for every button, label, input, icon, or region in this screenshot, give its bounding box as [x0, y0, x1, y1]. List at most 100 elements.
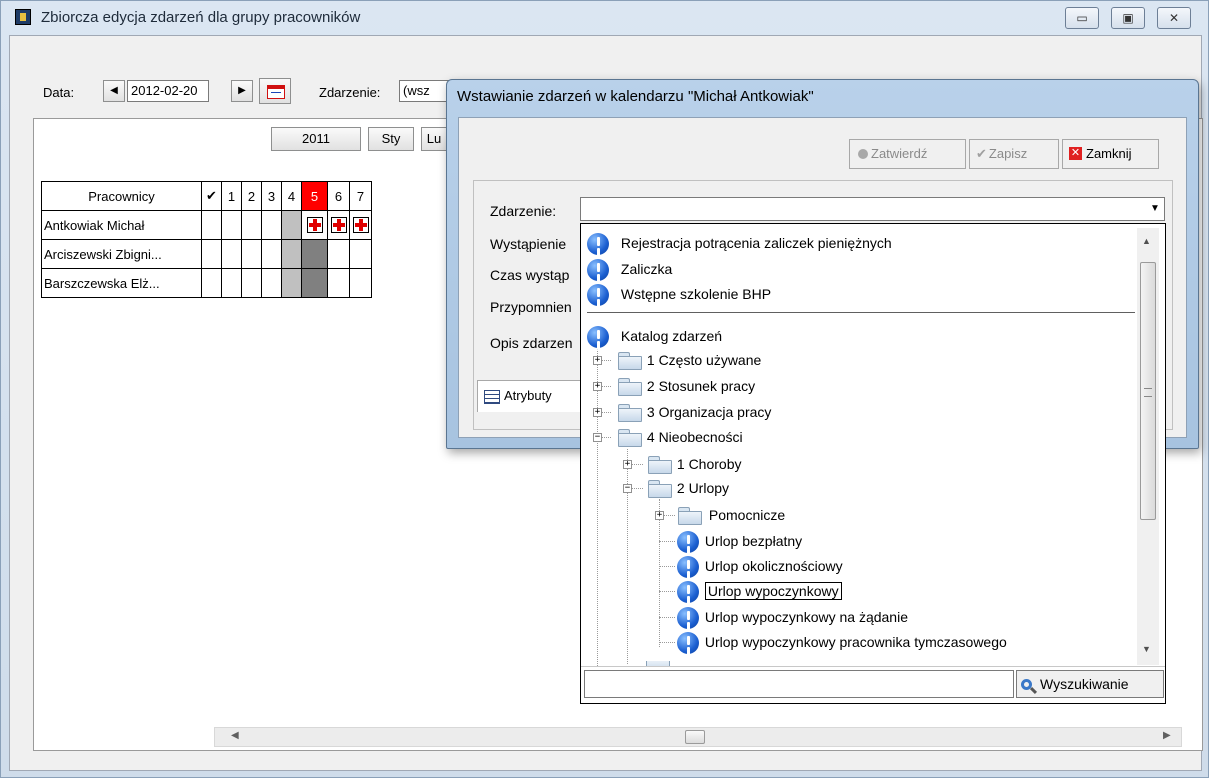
- confirm-button[interactable]: Zatwierdź: [849, 139, 966, 169]
- info-circle-icon: [677, 556, 699, 579]
- attributes-icon: [484, 389, 500, 404]
- tree-item-leaf[interactable]: Urlop wypoczynkowy na żądanie: [677, 606, 908, 630]
- grid-cell[interactable]: [327, 268, 350, 298]
- tree-item-folder[interactable]: 4 Nieobecności: [617, 426, 743, 448]
- grid-cell[interactable]: [221, 239, 242, 269]
- scroll-up-icon[interactable]: ▲: [1142, 236, 1151, 246]
- info-circle-icon: [587, 284, 609, 307]
- month-button-jan[interactable]: Sty: [368, 127, 414, 151]
- tree-item-leaf-selected[interactable]: Urlop wypoczynkowy: [677, 580, 842, 604]
- event-filter-field[interactable]: (wsz: [399, 80, 449, 102]
- grid-cell[interactable]: [241, 210, 262, 240]
- search-button-label: Wyszukiwanie: [1040, 676, 1129, 692]
- calendar-grid: Pracownicy ✔ 1 2 3 4 5 6 7 Antkowiak Mic…: [41, 181, 372, 298]
- grid-cell[interactable]: [261, 268, 282, 298]
- grid-cell[interactable]: [349, 239, 372, 269]
- grid-cell-weekend[interactable]: [281, 210, 302, 240]
- combobox-dropdown-button[interactable]: ▼: [1146, 197, 1165, 221]
- tree-item-folder[interactable]: 2 Urlopy: [647, 477, 729, 499]
- tree-item-folder[interactable]: 1 Często używane: [617, 349, 761, 371]
- event-combobox[interactable]: [580, 197, 1147, 221]
- checkmark-icon: ✔: [976, 146, 987, 161]
- tab-attributes-label: Atrybuty: [504, 388, 552, 403]
- grid-cell[interactable]: [221, 210, 242, 240]
- grid-cell[interactable]: [201, 239, 222, 269]
- next-date-button[interactable]: ▶: [231, 80, 253, 102]
- maximize-button[interactable]: ▣: [1111, 7, 1145, 29]
- column-header-day: 6: [327, 181, 350, 211]
- grid-cell-weekend[interactable]: [301, 268, 328, 298]
- year-button[interactable]: 2011: [271, 127, 361, 151]
- grid-cell[interactable]: [221, 268, 242, 298]
- table-row: Antkowiak Michał: [41, 210, 372, 240]
- occurrence-label: Wystąpienie: [490, 236, 567, 252]
- info-circle-icon: [587, 259, 609, 282]
- employee-name-cell[interactable]: Arciszewski Zbigni...: [41, 239, 202, 269]
- tree-item-label: 2 Stosunek pracy: [646, 378, 756, 394]
- sick-leave-icon: [330, 217, 347, 234]
- minimize-button[interactable]: ▭: [1065, 7, 1099, 29]
- tab-attributes[interactable]: Atrybuty: [477, 380, 587, 412]
- expand-icon[interactable]: +: [623, 460, 632, 469]
- scrollbar-thumb[interactable]: [685, 730, 705, 744]
- grid-cell-event[interactable]: [327, 210, 350, 240]
- tree-item-leaf[interactable]: Urlop bezpłatny: [677, 530, 802, 554]
- search-input[interactable]: [584, 670, 1014, 698]
- column-header-day: 4: [281, 181, 302, 211]
- tree-item-folder[interactable]: Pomocnicze: [677, 504, 785, 526]
- employee-name-cell[interactable]: Antkowiak Michał: [41, 210, 202, 240]
- search-button[interactable]: Wyszukiwanie: [1016, 670, 1164, 698]
- expand-icon[interactable]: +: [593, 408, 602, 417]
- month-button-feb[interactable]: Lu: [421, 127, 447, 151]
- tree-item-leaf[interactable]: Urlop wypoczynkowy pracownika tymczasowe…: [677, 631, 1007, 655]
- scrollbar-thumb[interactable]: [1140, 262, 1156, 520]
- gray-dot-icon: [858, 148, 868, 159]
- grid-cell-weekend[interactable]: [281, 239, 302, 269]
- save-button[interactable]: ✔ Zapisz: [969, 139, 1059, 169]
- prev-date-button[interactable]: ◀: [103, 80, 125, 102]
- grid-cell-event[interactable]: [301, 210, 328, 240]
- horizontal-scrollbar[interactable]: ◀ ▶: [214, 727, 1182, 747]
- grid-cell[interactable]: [241, 239, 262, 269]
- list-item[interactable]: Rejestracja potrącenia zaliczek pieniężn…: [587, 232, 892, 256]
- employee-name-cell[interactable]: Barszczewska Elż...: [41, 268, 202, 298]
- grid-cell[interactable]: [201, 210, 222, 240]
- expand-icon[interactable]: +: [655, 511, 664, 520]
- collapse-icon[interactable]: −: [623, 484, 632, 493]
- list-item[interactable]: Wstępne szkolenie BHP: [587, 283, 771, 307]
- grid-cell[interactable]: [261, 210, 282, 240]
- expand-icon[interactable]: +: [593, 356, 602, 365]
- info-circle-icon: [677, 581, 699, 604]
- tree-item-leaf[interactable]: Urlop okolicznościowy: [677, 555, 843, 579]
- tree-item-folder[interactable]: 3 Organizacja pracy: [617, 401, 771, 423]
- grid-cell-weekend[interactable]: [301, 239, 328, 269]
- collapse-icon[interactable]: −: [593, 433, 602, 442]
- close-dialog-button[interactable]: ✕ Zamknij: [1062, 139, 1159, 169]
- calendar-button[interactable]: [259, 78, 291, 104]
- tree-item-folder[interactable]: 2 Stosunek pracy: [617, 375, 755, 397]
- grid-cell[interactable]: [327, 239, 350, 269]
- date-field[interactable]: 2012-02-20: [127, 80, 209, 102]
- tree-line: [659, 642, 675, 643]
- grid-cell[interactable]: [241, 268, 262, 298]
- list-item[interactable]: Zaliczka: [587, 258, 672, 282]
- tree-item-catalog[interactable]: Katalog zdarzeń: [587, 325, 722, 349]
- close-window-button[interactable]: ✕: [1157, 7, 1191, 29]
- arrow-left-icon: ◀: [110, 85, 118, 96]
- grid-cell-event[interactable]: [349, 210, 372, 240]
- sick-leave-icon: [352, 217, 369, 234]
- scroll-down-icon[interactable]: ▼: [1142, 644, 1151, 654]
- grid-cell[interactable]: [349, 268, 372, 298]
- grid-cell[interactable]: [201, 268, 222, 298]
- expand-icon[interactable]: +: [593, 382, 602, 391]
- grid-cell-weekend[interactable]: [281, 268, 302, 298]
- scroll-right-icon[interactable]: ▶: [1163, 730, 1171, 741]
- scroll-left-icon[interactable]: ◀: [231, 730, 239, 741]
- tree-item-label: 3 Organizacja pracy: [646, 404, 772, 420]
- folder-icon: [617, 378, 643, 397]
- tree-item-folder[interactable]: 1 Choroby: [647, 453, 741, 475]
- grip-icon: [1144, 388, 1152, 397]
- grid-cell[interactable]: [261, 239, 282, 269]
- folder-icon: [647, 480, 673, 499]
- vertical-scrollbar[interactable]: ▲ ▼: [1137, 228, 1159, 665]
